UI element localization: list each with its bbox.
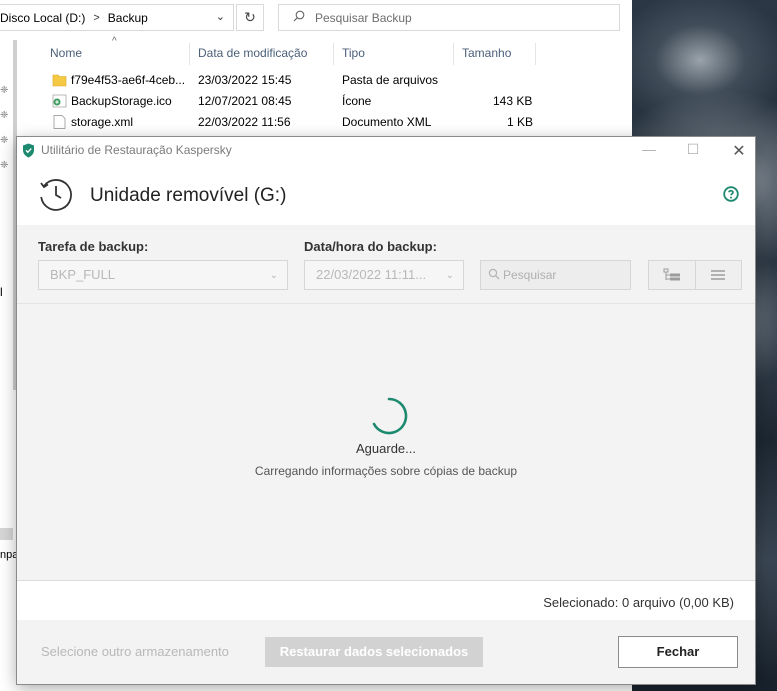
column-header-size[interactable]: Tamanho bbox=[456, 43, 536, 65]
file-type: Pasta de arquivos bbox=[342, 73, 439, 87]
chevron-down-icon: ⌄ bbox=[445, 270, 454, 281]
refresh-button[interactable]: ↻ bbox=[236, 4, 264, 31]
restore-selected-button[interactable]: Restaurar dados selecionados bbox=[265, 637, 483, 667]
minimize-icon[interactable]: — bbox=[639, 141, 659, 157]
file-date: 22/03/2022 11:56 bbox=[198, 115, 291, 129]
window-title: Utilitário de Restauração Kaspersky bbox=[41, 143, 232, 157]
file-name: f79e4f53-ae6f-4ceb... bbox=[71, 73, 186, 87]
pin-icon[interactable]: ❈ bbox=[0, 135, 8, 146]
nav-pane-fragment: l bbox=[0, 285, 3, 299]
help-icon[interactable] bbox=[723, 186, 739, 202]
column-header-date[interactable]: Data de modificação bbox=[192, 43, 334, 65]
file-date: 12/07/2021 08:45 bbox=[198, 94, 292, 108]
backup-datetime-label: Data/hora do backup: bbox=[304, 239, 437, 254]
kaspersky-restore-dialog: Utilitário de Restauração Kaspersky — ☐ … bbox=[17, 137, 755, 684]
column-header-type[interactable]: Tipo bbox=[336, 43, 454, 65]
filter-bar: Tarefa de backup: BKP_FULL ⌄ Data/hora d… bbox=[17, 225, 755, 304]
file-name: storage.xml bbox=[71, 115, 134, 129]
history-clock-icon bbox=[40, 179, 72, 211]
backup-content-area: Aguarde... Carregando informações sobre … bbox=[17, 304, 755, 580]
chevron-down-icon: ⌄ bbox=[269, 270, 278, 281]
dialog-footer: Selecione outro armazenamento Restaurar … bbox=[17, 620, 755, 684]
selection-summary: Selecionado: 0 arquivo (0,00 KB) bbox=[543, 595, 734, 610]
kaspersky-shield-icon bbox=[23, 143, 34, 157]
select-other-storage-link[interactable]: Selecione outro armazenamento bbox=[41, 644, 229, 659]
backup-task-label: Tarefa de backup: bbox=[38, 239, 149, 254]
backup-task-select[interactable]: BKP_FULL ⌄ bbox=[38, 260, 288, 290]
backup-datetime-value: 22/03/2022 11:11... bbox=[316, 267, 427, 282]
xml-file-icon bbox=[53, 115, 66, 129]
view-toggle bbox=[648, 260, 742, 290]
ico-file-icon bbox=[52, 94, 67, 108]
file-type: Documento XML bbox=[342, 115, 432, 129]
breadcrumb-folder[interactable]: Backup bbox=[108, 11, 148, 25]
close-icon[interactable]: ✕ bbox=[729, 141, 749, 161]
tree-view-button[interactable] bbox=[649, 261, 696, 289]
backup-task-value: BKP_FULL bbox=[50, 267, 116, 282]
selection-status-bar: Selecionado: 0 arquivo (0,00 KB) bbox=[17, 580, 755, 621]
dialog-titlebar[interactable]: Utilitário de Restauração Kaspersky — ☐ … bbox=[17, 137, 755, 163]
explorer-search-placeholder: Pesquisar Backup bbox=[315, 10, 412, 25]
folder-icon bbox=[52, 74, 67, 87]
wait-message: Aguarde... bbox=[356, 441, 416, 456]
breadcrumb-chevron-icon: > bbox=[93, 11, 100, 24]
device-title: Unidade removível (G:) bbox=[90, 185, 287, 206]
backup-datetime-select[interactable]: 22/03/2022 11:11... ⌄ bbox=[304, 260, 464, 290]
file-name: BackupStorage.ico bbox=[71, 94, 172, 108]
explorer-search-input[interactable]: Pesquisar Backup bbox=[278, 4, 620, 31]
close-button[interactable]: Fechar bbox=[618, 636, 738, 668]
breadcrumb-drive[interactable]: Disco Local (D:) bbox=[0, 11, 85, 25]
file-size: 1 KB bbox=[507, 115, 534, 129]
maximize-icon[interactable]: ☐ bbox=[683, 141, 703, 158]
list-view-icon bbox=[711, 270, 726, 280]
status-fragment: npa bbox=[0, 549, 19, 561]
file-date: 23/03/2022 15:45 bbox=[198, 73, 292, 87]
file-row[interactable]: storage.xml 22/03/2022 11:56 Documento X… bbox=[44, 113, 544, 134]
dialog-header: Unidade removível (G:) bbox=[17, 163, 755, 225]
explorer-scrollbar-corner bbox=[0, 528, 13, 540]
file-size: 143 KB bbox=[493, 94, 533, 108]
tree-view-icon bbox=[663, 268, 680, 281]
backup-search-input[interactable]: Pesquisar bbox=[480, 260, 631, 290]
list-view-button[interactable] bbox=[696, 261, 742, 289]
search-placeholder: Pesquisar bbox=[503, 268, 557, 282]
address-dropdown-icon[interactable]: ⌄ bbox=[216, 10, 225, 23]
search-icon bbox=[293, 10, 305, 25]
loading-message: Carregando informações sobre cópias de b… bbox=[254, 464, 518, 478]
loading-spinner-icon bbox=[372, 397, 408, 435]
pin-icon[interactable]: ❈ bbox=[0, 110, 8, 121]
search-icon bbox=[488, 268, 500, 283]
address-bar[interactable]: Disco Local (D:) > Backup ⌄ bbox=[0, 4, 234, 31]
pin-icon[interactable]: ❈ bbox=[0, 160, 8, 171]
file-row[interactable]: BackupStorage.ico 12/07/2021 08:45 Ícone… bbox=[44, 92, 544, 113]
pin-icon[interactable]: ❈ bbox=[0, 85, 8, 96]
file-row[interactable]: f79e4f53-ae6f-4ceb... 23/03/2022 15:45 P… bbox=[44, 71, 544, 92]
column-header-name[interactable]: Nome bbox=[44, 43, 190, 65]
file-type: Ícone bbox=[342, 94, 372, 108]
